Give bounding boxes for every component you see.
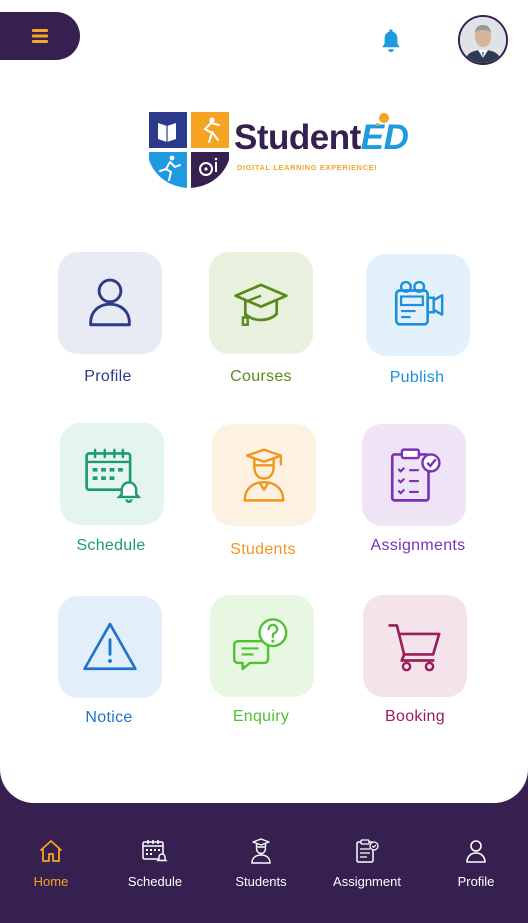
tile-enquiry-label: Enquiry bbox=[232, 708, 290, 725]
studented-logo: StudentED DIGITAL LEARNING EXPERIENCE! bbox=[148, 110, 409, 192]
warning-icon bbox=[83, 622, 137, 671]
logo-dots-icon bbox=[376, 113, 389, 126]
logo-shield-icon bbox=[149, 112, 229, 188]
tab-students[interactable]: Students bbox=[211, 838, 311, 889]
clipboard-icon bbox=[356, 839, 379, 863]
bell-icon[interactable] bbox=[377, 28, 405, 56]
tab-home-label: Home bbox=[33, 874, 69, 889]
tile-assignments-label: Assignments bbox=[370, 537, 466, 554]
hamburger-icon bbox=[32, 29, 48, 43]
tile-notice-label: Notice bbox=[85, 709, 133, 726]
calendar-icon bbox=[85, 448, 141, 503]
logo-tagline: DIGITAL LEARNING EXPERIENCE! bbox=[237, 163, 378, 172]
calendar-icon bbox=[142, 840, 168, 862]
tile-courses[interactable] bbox=[209, 252, 313, 354]
avatar[interactable] bbox=[458, 15, 508, 65]
tile-publish-label: Publish bbox=[389, 369, 445, 386]
clipboard-icon bbox=[390, 448, 441, 502]
tab-schedule-label: Schedule bbox=[127, 874, 183, 889]
tab-students-label: Students bbox=[235, 874, 287, 889]
avatar-image bbox=[460, 17, 506, 63]
tile-schedule-label: Schedule bbox=[76, 537, 146, 554]
tab-assignment-label: Assignment bbox=[333, 874, 401, 889]
tile-enquiry[interactable] bbox=[210, 595, 314, 697]
tile-publish[interactable] bbox=[366, 254, 470, 356]
tile-notice[interactable] bbox=[58, 596, 162, 698]
menu-button[interactable] bbox=[0, 12, 80, 60]
tab-schedule[interactable]: Schedule bbox=[105, 838, 205, 889]
user-icon bbox=[466, 840, 486, 863]
graduation-cap-icon bbox=[234, 283, 288, 326]
user-icon bbox=[89, 278, 131, 327]
tile-schedule[interactable] bbox=[60, 423, 164, 525]
tile-profile-label: Profile bbox=[84, 368, 132, 385]
tile-students-label: Students bbox=[230, 541, 296, 558]
tab-assignment[interactable]: Assignment bbox=[317, 838, 417, 889]
tile-profile[interactable] bbox=[58, 252, 162, 354]
tile-booking-label: Booking bbox=[385, 708, 445, 725]
camera-icon bbox=[394, 280, 444, 326]
tile-assignments[interactable] bbox=[362, 424, 466, 526]
cart-icon bbox=[388, 624, 441, 672]
chat-question-icon bbox=[233, 618, 288, 671]
tab-profile[interactable]: Profile bbox=[426, 838, 526, 889]
tab-profile-label: Profile bbox=[457, 874, 495, 889]
home-icon bbox=[40, 840, 62, 862]
tile-booking[interactable] bbox=[363, 595, 467, 697]
tile-students[interactable] bbox=[212, 424, 316, 526]
tab-home[interactable]: Home bbox=[1, 838, 101, 889]
student-icon bbox=[251, 838, 271, 864]
student-icon bbox=[243, 448, 285, 502]
tile-courses-label: Courses bbox=[230, 368, 292, 385]
